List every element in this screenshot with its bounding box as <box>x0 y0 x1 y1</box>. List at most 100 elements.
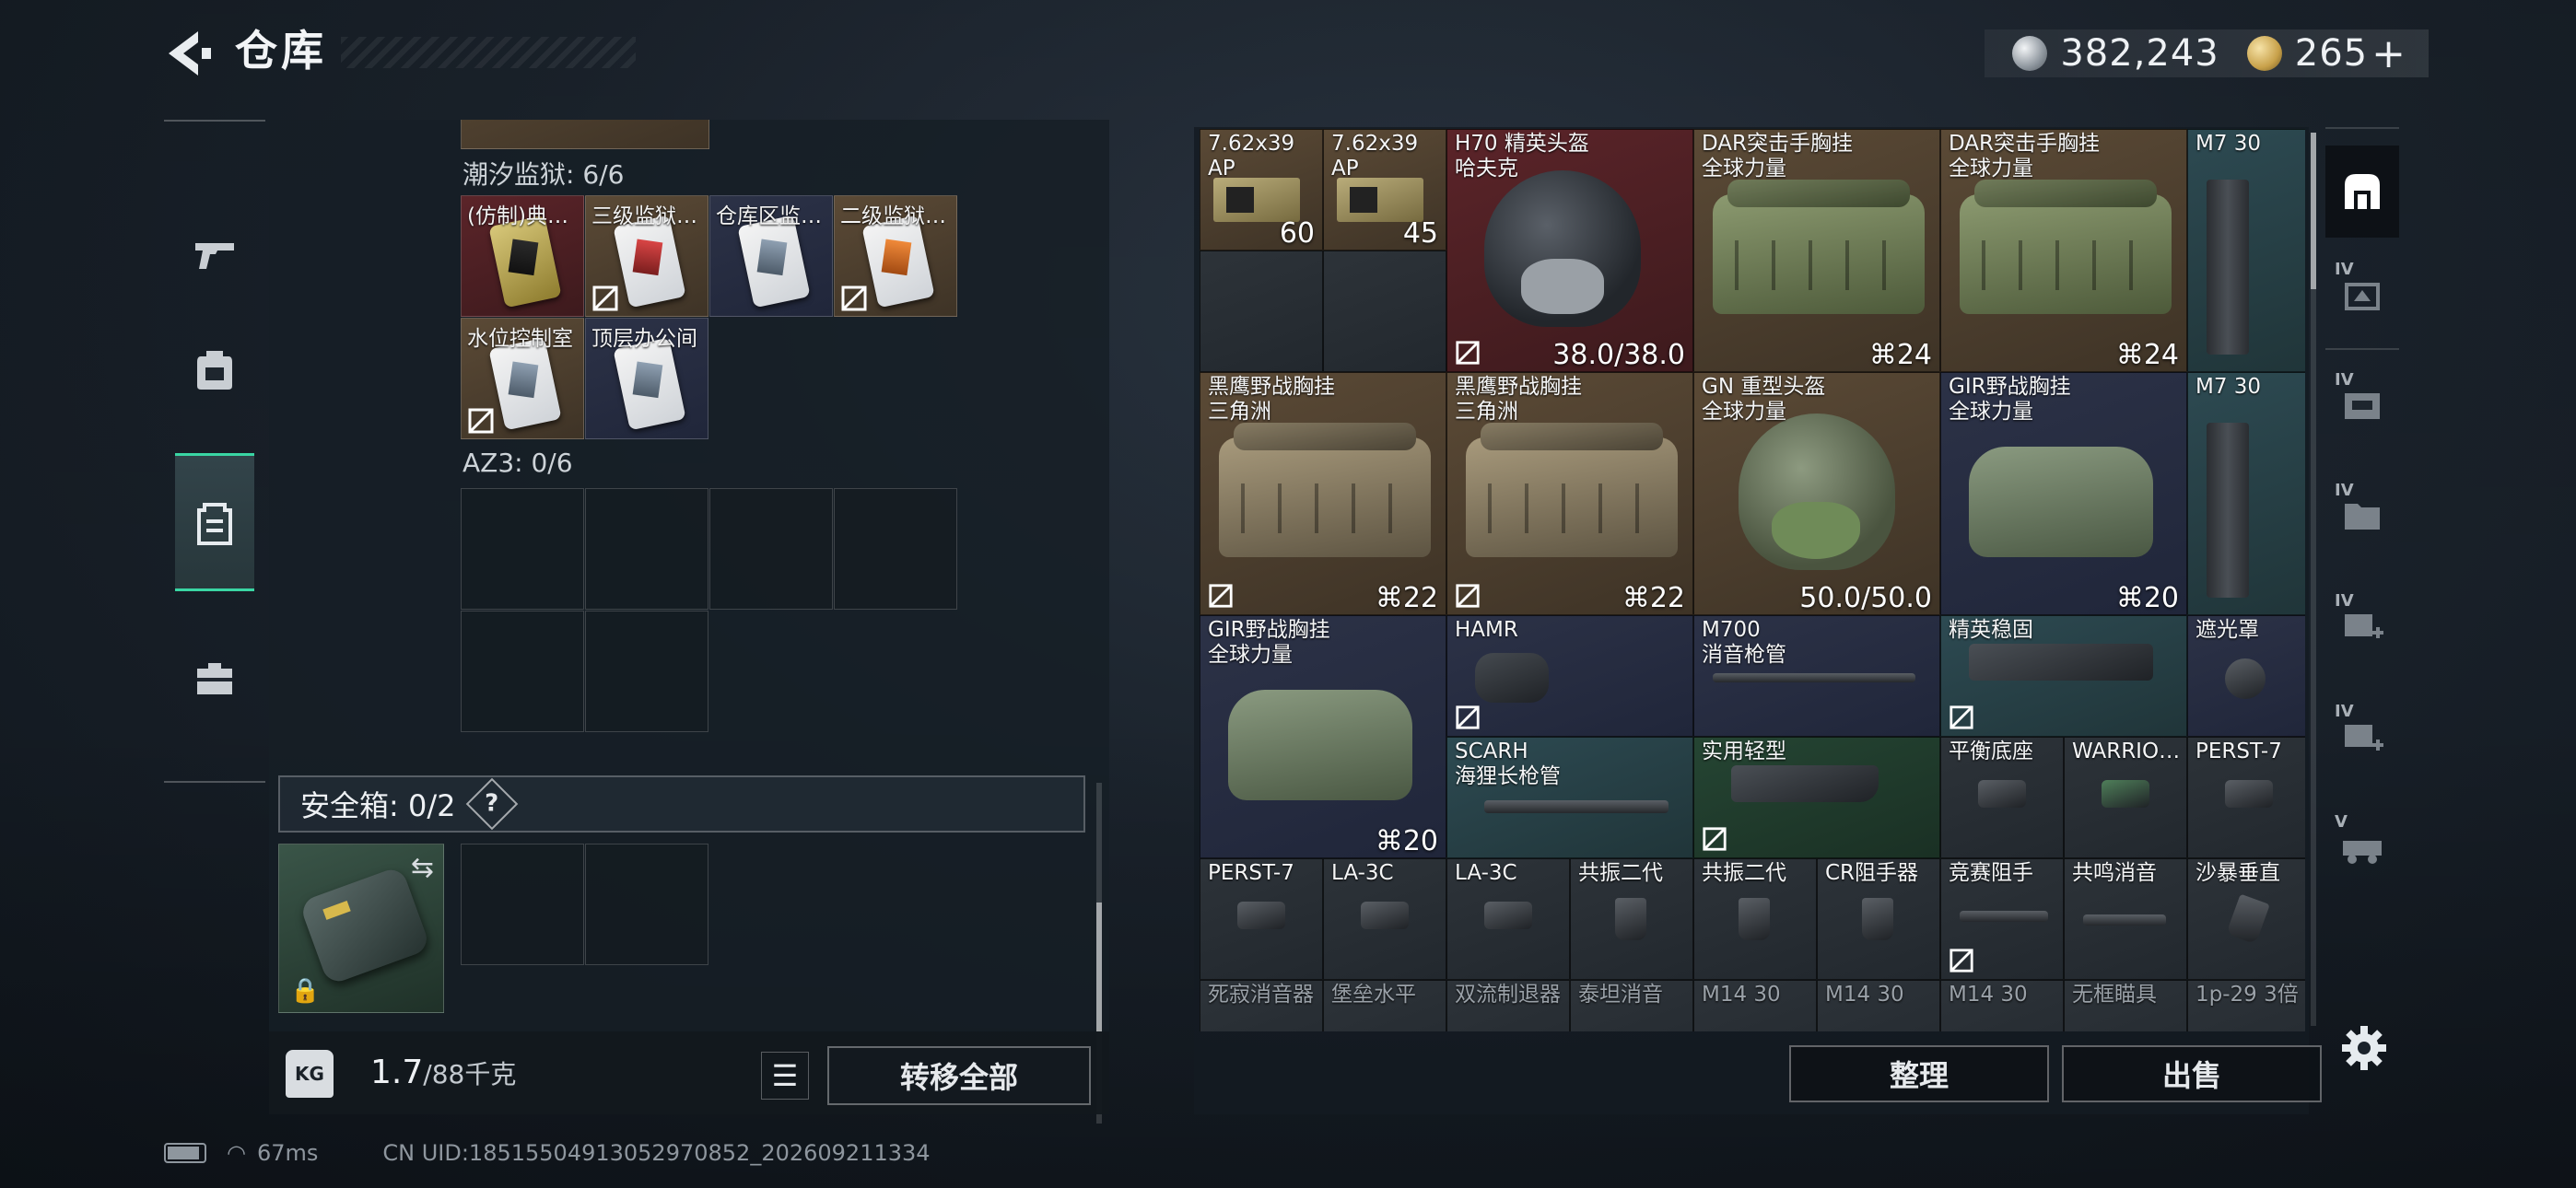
stash-item-magazine[interactable]: M7 30 <box>2187 372 2305 615</box>
stash-item-vest[interactable]: GIR野战胸挂 全球力量 ⌘20 <box>1940 372 2187 615</box>
container-footer: KG 1.7/88千克 ☰ 转移全部 <box>269 1031 1109 1114</box>
keycard-item[interactable]: 三级监狱… <box>585 195 708 317</box>
stash-item-partial[interactable]: M14 30 <box>1693 980 1817 1031</box>
stash-item-scope[interactable]: HAMR <box>1446 615 1693 737</box>
filter-tier4-b[interactable]: IV <box>2325 357 2399 449</box>
keycard-item[interactable]: 二级监狱… <box>834 195 957 317</box>
stash-item-magazine[interactable]: M7 30 <box>2187 129 2305 372</box>
stash-item-ammo[interactable]: 7.62x39 AP 60 <box>1200 129 1323 250</box>
help-button[interactable]: ? <box>466 777 519 831</box>
filter-tier4-d[interactable]: IV <box>2325 578 2399 670</box>
silver-coin-icon <box>2012 36 2048 71</box>
item-name: M700 消音枪管 <box>1702 618 1786 667</box>
sort-button[interactable]: 整理 <box>1789 1045 2049 1102</box>
keycard-item[interactable]: 顶层办公间 <box>585 318 708 439</box>
back-button[interactable] <box>161 26 213 81</box>
stash-item-ammo[interactable]: 7.62x39 AP 45 <box>1323 129 1446 250</box>
stash-item-partial[interactable]: M14 30 <box>1940 980 2064 1031</box>
stash-item-partial[interactable]: M14 30 <box>1817 980 1940 1031</box>
stash-item-helmet[interactable]: GN 重型头盔 全球力量 50.0/50.0 <box>1693 372 1940 615</box>
stash-item-stock[interactable]: 实用轻型 <box>1693 737 1940 858</box>
stash-item-partial[interactable]: 泰坦消音 <box>1570 980 1693 1031</box>
item-capacity: ⌘22 <box>1622 582 1685 614</box>
ammo-box-icon <box>1337 178 1423 222</box>
sell-button[interactable]: 出售 <box>2062 1045 2322 1102</box>
safe-slot[interactable] <box>461 844 584 965</box>
scrollbar-thumb[interactable] <box>2311 133 2316 289</box>
stash-item-partial[interactable]: 堡垒水平 <box>1323 980 1446 1031</box>
tab-kits[interactable] <box>175 608 254 746</box>
item-name: GIR野战胸挂 全球力量 <box>1949 375 2071 424</box>
container-item-partial[interactable] <box>461 120 709 149</box>
stash-item-barrel[interactable]: M700 消音枪管 <box>1693 615 1940 737</box>
stash-item-vest[interactable]: 黑鹰野战胸挂 三角洲 ⌘22 <box>1200 372 1446 615</box>
stash-grid[interactable]: 7.62x39 AP 60 7.62x39 AP 45 H70 精英头盔 哈夫克… <box>1200 129 2305 1031</box>
empty-slot[interactable] <box>461 488 584 610</box>
grip-icon <box>1862 898 1893 940</box>
filter-all[interactable] <box>2325 146 2399 238</box>
stash-item-laser[interactable]: PERST-7 <box>2187 737 2305 858</box>
empty-slot[interactable] <box>585 488 708 610</box>
transfer-all-button[interactable]: 转移全部 <box>827 1046 1091 1105</box>
empty-slot[interactable] <box>834 488 957 610</box>
add-gold-button[interactable]: + <box>2371 30 2406 77</box>
stash-empty-slot[interactable] <box>1323 250 1446 372</box>
item-name: M7 30 <box>2195 132 2262 156</box>
stash-item-grip[interactable]: CR阻手器 <box>1817 858 1940 980</box>
stash-item-suppressor[interactable]: 共鸣消音 <box>2064 858 2187 980</box>
filter-tier4-c[interactable]: IV <box>2325 468 2399 560</box>
stash-item-barrel[interactable]: SCARH 海狸长枪管 <box>1446 737 1693 858</box>
empty-slot[interactable] <box>709 488 833 610</box>
chest-rig-icon <box>1969 447 2153 557</box>
stash-item-partial[interactable]: 1p-29 3倍 <box>2187 980 2305 1031</box>
stash-item-grip[interactable]: 竞赛阻手 <box>1940 858 2064 980</box>
filter-tier4-a[interactable]: IV <box>2325 247 2399 339</box>
item-capacity: ⌘24 <box>1868 339 1932 371</box>
item-name: 7.62x39 AP <box>1331 132 1419 181</box>
safe-box-item[interactable]: ⇆ 🔒 <box>278 844 444 1013</box>
lock-icon: 🔒 <box>290 977 321 1005</box>
filter-tier4-e[interactable]: IV <box>2325 689 2399 781</box>
stash-item-vest[interactable]: GIR野战胸挂 全球力量 ⌘20 <box>1200 615 1446 858</box>
keycard-item[interactable]: (仿制)典… <box>461 195 584 317</box>
keycard-item[interactable]: 水位控制室 <box>461 318 584 439</box>
tab-containers[interactable] <box>175 453 254 591</box>
stash-item-grip[interactable]: 共振二代 <box>1570 858 1693 980</box>
top-bar: 仓库 382,243 265 + <box>0 0 2576 101</box>
stash-item-laser[interactable]: LA-3C <box>1446 858 1570 980</box>
stash-item-partial[interactable]: 双流制退器 <box>1446 980 1570 1031</box>
capacity-value: 24 <box>2143 339 2179 371</box>
empty-slot[interactable] <box>461 611 584 732</box>
stash-item-laser[interactable]: WARRIO… <box>2064 737 2187 858</box>
tab-equipment[interactable] <box>175 299 254 437</box>
stash-item-vest[interactable]: DAR突击手胸挂 全球力量 ⌘24 <box>1940 129 2187 372</box>
stash-scrollbar[interactable] <box>2311 133 2316 1026</box>
list-view-button[interactable]: ☰ <box>761 1052 809 1100</box>
safe-slot[interactable] <box>585 844 708 965</box>
item-name: PERST-7 <box>1208 861 1294 885</box>
settings-gear-icon[interactable] <box>2338 1022 2390 1074</box>
stash-item-helmet[interactable]: H70 精英头盔 哈夫克 38.0/38.0 <box>1446 129 1693 372</box>
filter-tier5[interactable]: V <box>2325 799 2399 891</box>
filter-rail: IV IV IV IV IV V <box>2318 127 2406 1011</box>
keycard-item[interactable]: 仓库区监… <box>709 195 833 317</box>
stash-item-bipod[interactable]: 平衡底座 <box>1940 737 2064 858</box>
swap-icon[interactable]: ⇆ <box>411 852 434 884</box>
stash-panel: 7.62x39 AP 60 7.62x39 AP 45 H70 精英头盔 哈夫克… <box>1194 127 2322 1114</box>
stash-item-hood[interactable]: 遮光罩 <box>2187 615 2305 737</box>
stash-item-stock[interactable]: 精英稳固 <box>1940 615 2187 737</box>
weight-icon: KG <box>286 1050 334 1098</box>
scrollbar-thumb[interactable] <box>1096 903 1102 1031</box>
laser-icon <box>1484 902 1532 929</box>
stash-item-vest[interactable]: DAR突击手胸挂 全球力量 ⌘24 <box>1693 129 1940 372</box>
container-scroll-area[interactable]: 潮汐监狱: 6/6 (仿制)典… 三级监狱… 仓库区监… 二级监狱… 水位控制室… <box>269 120 1109 764</box>
stash-item-partial[interactable]: 无框瞄具 <box>2064 980 2187 1031</box>
stash-item-grip[interactable]: 共振二代 <box>1693 858 1817 980</box>
stash-item-vest[interactable]: 黑鹰野战胸挂 三角洲 ⌘22 <box>1446 372 1693 615</box>
stash-item-laser[interactable]: PERST-7 <box>1200 858 1323 980</box>
stash-item-partial[interactable]: 死寂消音器 <box>1200 980 1323 1031</box>
empty-slot[interactable] <box>585 611 708 732</box>
stash-item-grip[interactable]: 沙暴垂直 <box>2187 858 2305 980</box>
stash-item-laser[interactable]: LA-3C <box>1323 858 1446 980</box>
stash-empty-slot[interactable] <box>1200 250 1323 372</box>
